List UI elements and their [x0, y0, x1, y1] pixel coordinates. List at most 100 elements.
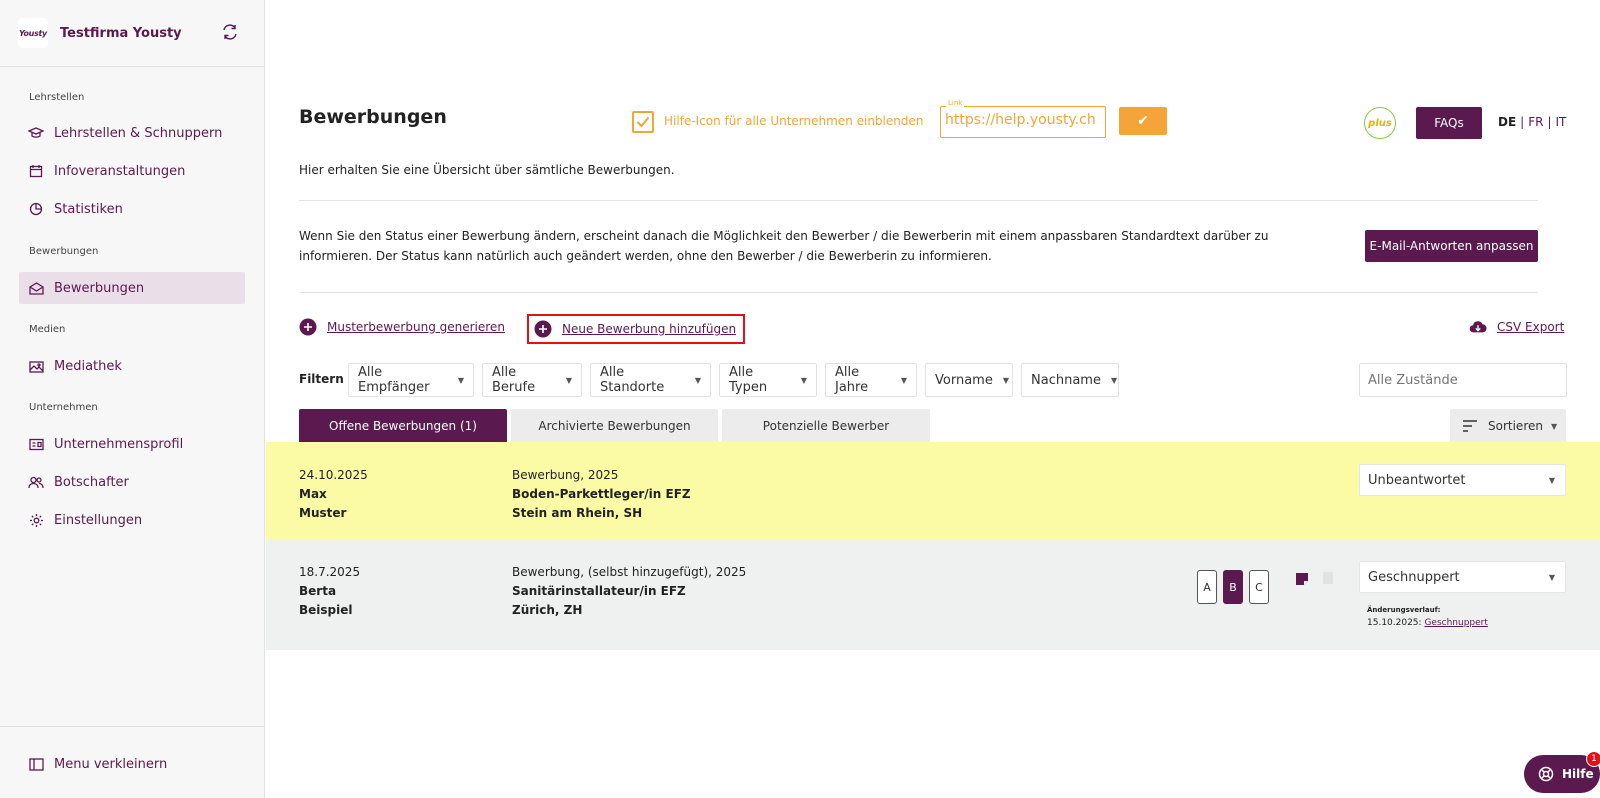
language-switcher: DE | FR | IT [1498, 115, 1567, 129]
collapse-menu-button[interactable]: Menu verkleinern [19, 748, 245, 780]
sidebar-item-botschafter[interactable]: Botschafter [19, 466, 245, 498]
filter-select-value: Alle Standorte [600, 365, 665, 395]
filter-jobs-select[interactable]: Alle Berufe ▼ [482, 363, 582, 397]
filter-label: Filtern [299, 372, 344, 386]
filter-select-value: Alle Typen [729, 365, 768, 395]
help-link-confirm-button[interactable]: ✔ [1119, 107, 1167, 135]
plus-badge[interactable]: plus [1364, 107, 1396, 139]
company-logo: Yousty [18, 18, 48, 48]
hint-icon-checkbox[interactable] [632, 111, 654, 133]
attachment-icon[interactable] [1323, 572, 1333, 584]
change-history-entry: 15.10.2025: Geschnuppert [1367, 618, 1488, 628]
sort-icon [1463, 420, 1477, 432]
status-value: Geschnuppert [1368, 569, 1460, 585]
applicant-firstname: Max [299, 487, 327, 501]
caret-down-icon: ▼ [694, 375, 701, 385]
caret-down-icon: ▼ [1548, 475, 1555, 485]
divider [299, 200, 1538, 201]
caret-down-icon: ▼ [1110, 375, 1118, 385]
status-select[interactable]: Geschnuppert ▼ [1359, 561, 1566, 593]
lang-de[interactable]: DE [1498, 115, 1516, 129]
sort-button[interactable]: Sortieren ▼ [1450, 409, 1566, 443]
sidebar-item-statistiken[interactable]: Statistiken [19, 193, 245, 225]
plus-circle-icon [534, 320, 552, 338]
help-link-input[interactable] [945, 112, 1105, 128]
main-content: Bewerbungen Hilfe-Icon für alle Unterneh… [266, 0, 1600, 798]
sidebar-item-mediathek[interactable]: Mediathek [19, 350, 245, 382]
caret-down-icon: ▼ [1548, 572, 1555, 582]
applicant-lastname: Beispiel [299, 603, 353, 617]
application-details: Bewerbung, (selbst hinzugefügt), 2025 Sa… [512, 563, 746, 620]
sidebar-header: Yousty Testfirma Yousty [0, 0, 264, 67]
lang-it[interactable]: IT [1556, 115, 1567, 129]
images-icon [27, 357, 45, 375]
csv-export-link[interactable]: CSV Export [1469, 318, 1564, 336]
sidebar-item-label: Lehrstellen & Schnuppern [54, 125, 223, 141]
status-filter-input[interactable] [1359, 363, 1567, 397]
faqs-button[interactable]: FAQs [1416, 107, 1482, 139]
company-name: Testfirma Yousty [60, 25, 182, 41]
applicant-firstname: Berta [299, 584, 337, 598]
filter-select-value: Vorname [935, 372, 993, 388]
lang-fr[interactable]: FR [1528, 115, 1543, 129]
checkmark-icon [636, 116, 650, 128]
application-details: Bewerbung, 2025 Boden-Parkettleger/in EF… [512, 466, 691, 523]
filter-select-value: Nachname [1031, 372, 1101, 388]
applicant-info: 24.10.2025 Max Muster [299, 466, 368, 523]
generate-sample-application-link[interactable]: Musterbewerbung generieren [299, 318, 505, 336]
application-location: Zürich, ZH [512, 603, 583, 617]
help-label: Hilfe [1562, 767, 1594, 781]
email-responses-button[interactable]: E-Mail-Antworten anpassen [1365, 230, 1538, 262]
page-title: Bewerbungen [299, 106, 447, 128]
tab-archived-applications[interactable]: Archivierte Bewerbungen [511, 409, 718, 442]
table-row[interactable]: 24.10.2025 Max Muster Bewerbung, 2025 Bo… [266, 442, 1600, 539]
plus-circle-icon [299, 318, 317, 336]
filter-select-value: Alle Berufe [492, 365, 536, 395]
sidebar-item-lehrstellen[interactable]: Lehrstellen & Schnuppern [19, 117, 245, 149]
caret-down-icon: ▼ [1550, 421, 1558, 431]
note-icon[interactable] [1295, 572, 1309, 586]
applicant-lastname: Muster [299, 506, 347, 520]
refresh-icon[interactable] [220, 22, 240, 42]
rating-b-button[interactable]: B [1223, 570, 1243, 604]
application-location: Stein am Rhein, SH [512, 506, 643, 520]
rating-c-button[interactable]: C [1249, 570, 1269, 604]
sidebar-item-bewerbungen[interactable]: Bewerbungen [19, 272, 245, 304]
filter-select-value: Alle Jahre [835, 365, 869, 395]
add-application-link[interactable]: Neue Bewerbung hinzufügen [527, 314, 745, 344]
filter-types-select[interactable]: Alle Typen ▼ [719, 363, 817, 397]
filter-locations-select[interactable]: Alle Standorte ▼ [590, 363, 711, 397]
table-row[interactable]: 18.7.2025 Berta Beispiel Bewerbung, (sel… [266, 539, 1600, 650]
caret-down-icon: ▼ [457, 375, 464, 385]
envelope-icon [27, 279, 45, 297]
sidebar-item-label: Mediathek [54, 358, 122, 374]
sidebar-item-unternehmensprofil[interactable]: Unternehmensprofil [19, 428, 245, 460]
filter-years-select[interactable]: Alle Jahre ▼ [825, 363, 917, 397]
sidebar-item-label: Einstellungen [54, 512, 143, 528]
help-link-caption: Link [946, 99, 965, 107]
users-icon [27, 473, 45, 491]
sidebar-item-einstellungen[interactable]: Einstellungen [19, 504, 245, 536]
generate-sample-label: Musterbewerbung generieren [327, 320, 505, 334]
application-job: Boden-Parkettleger/in EFZ [512, 487, 691, 501]
add-application-label: Neue Bewerbung hinzufügen [562, 322, 737, 336]
sort-label: Sortieren [1488, 419, 1543, 433]
status-select[interactable]: Unbeantwortet ▼ [1359, 464, 1566, 496]
gear-icon [27, 511, 45, 529]
change-history-label: Änderungsverlauf: [1367, 606, 1441, 614]
sidebar-item-infoveranstaltungen[interactable]: Infoveranstaltungen [19, 155, 245, 187]
calendar-icon [27, 162, 45, 180]
sidebar-footer: Menu verkleinern [0, 726, 265, 798]
sidebar-item-label: Bewerbungen [54, 280, 145, 296]
application-type: Bewerbung, (selbst hinzugefügt), 2025 [512, 565, 747, 579]
page-subtitle: Hier erhalten Sie eine Übersicht über sä… [299, 163, 675, 177]
rating-a-button[interactable]: A [1197, 570, 1217, 604]
filter-lastname-select[interactable]: Nachname ▼ [1021, 363, 1119, 397]
filter-recipients-select[interactable]: Alle Empfänger ▼ [348, 363, 474, 397]
caret-down-icon: ▼ [1002, 375, 1009, 385]
filter-firstname-select[interactable]: Vorname ▼ [925, 363, 1013, 397]
tab-open-applications[interactable]: Offene Bewerbungen (1) [299, 409, 507, 442]
change-history-status-link[interactable]: Geschnuppert [1424, 618, 1487, 628]
tab-potential-applicants[interactable]: Potenzielle Bewerber [722, 409, 930, 442]
sidebar-item-label: Botschafter [54, 474, 129, 490]
